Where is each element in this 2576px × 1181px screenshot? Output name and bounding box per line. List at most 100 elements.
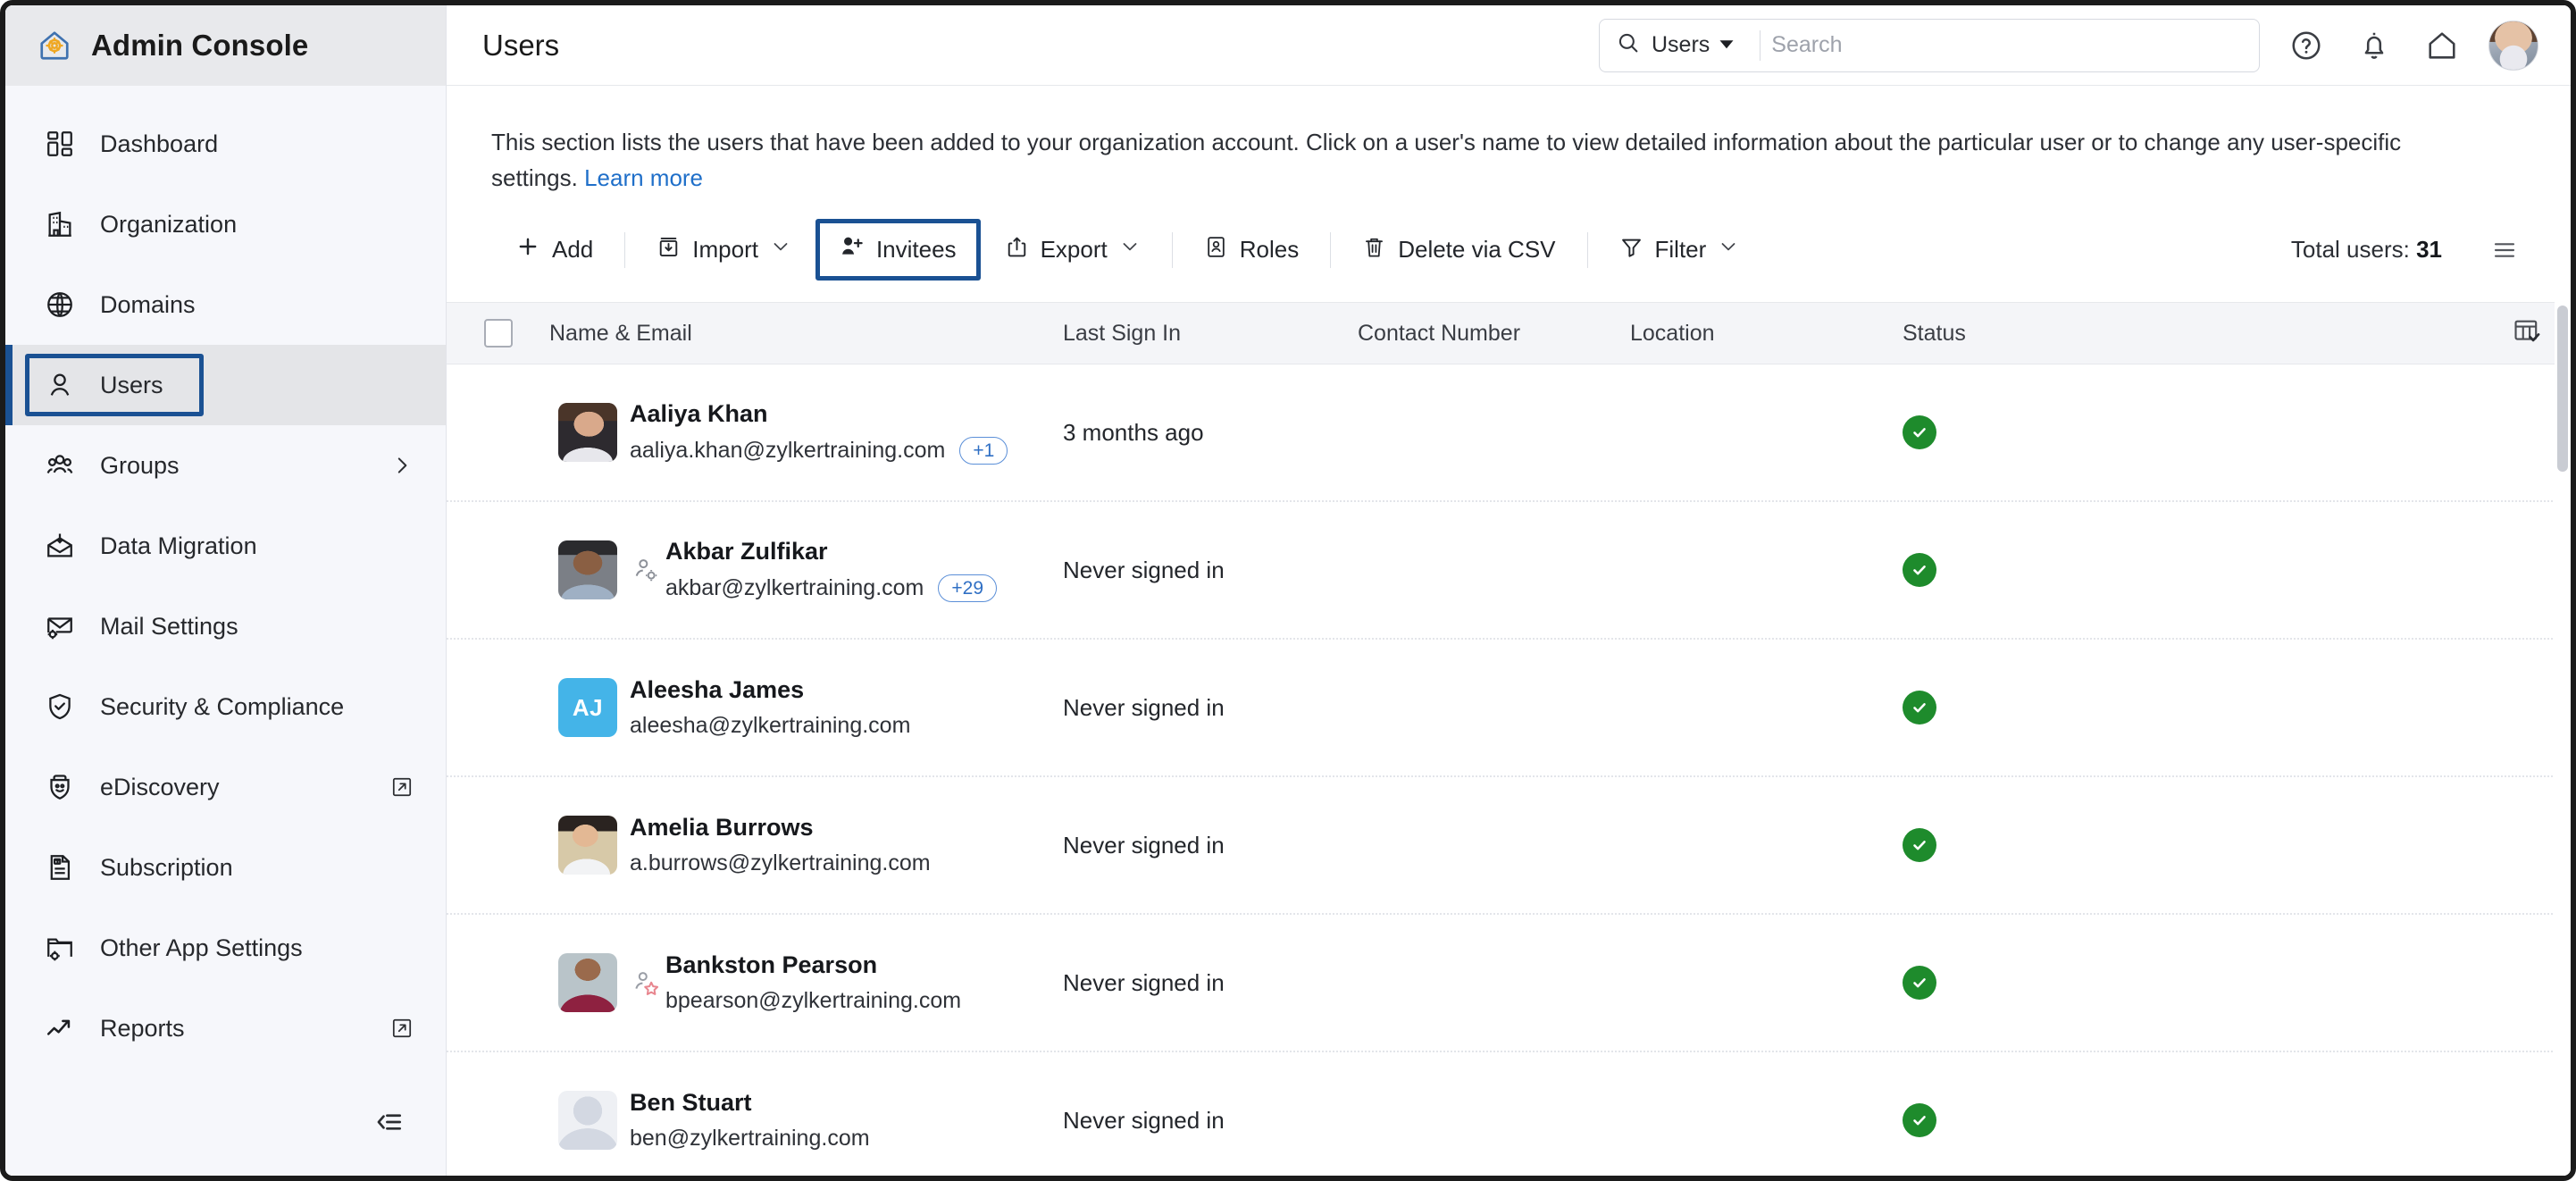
user-cell[interactable]: Akbar Zulfikar akbar@zylkertraining.com … bbox=[549, 538, 1063, 603]
admin-gear-icon bbox=[628, 556, 664, 584]
sidebar-item-reports[interactable]: Reports bbox=[5, 988, 446, 1068]
sidebar-item-subscription[interactable]: Subscription bbox=[5, 827, 446, 908]
extra-emails-badge[interactable]: +1 bbox=[959, 437, 1008, 465]
table-row[interactable]: Bankston Pearson bpearson@zylkertraining… bbox=[447, 915, 2571, 1053]
browser-window: Admin Console Dashboard Organization Dom… bbox=[0, 0, 2576, 1181]
column-header-last-sign-in[interactable]: Last Sign In bbox=[1063, 321, 1358, 347]
external-link-icon bbox=[390, 775, 414, 799]
sidebar-item-other-app-settings[interactable]: Other App Settings bbox=[5, 908, 446, 988]
column-header-status[interactable]: Status bbox=[1903, 321, 2197, 347]
sidebar-item-label: Organization bbox=[100, 210, 238, 238]
status-cell bbox=[1903, 691, 2197, 725]
sidebar-item-ediscovery[interactable]: eDiscovery bbox=[5, 747, 446, 827]
sidebar-item-security-compliance[interactable]: Security & Compliance bbox=[5, 666, 446, 747]
sidebar: Admin Console Dashboard Organization Dom… bbox=[5, 5, 447, 1176]
toolbar-divider bbox=[1586, 231, 1588, 268]
collapse-sidebar-button[interactable] bbox=[369, 1104, 408, 1143]
building-icon bbox=[43, 207, 77, 241]
status-badge bbox=[1903, 1103, 1936, 1138]
sidebar-nav: Dashboard Organization Domains Users Gro… bbox=[5, 86, 446, 1176]
sidebar-item-organization[interactable]: Organization bbox=[5, 184, 446, 264]
user-name[interactable]: Akbar Zulfikar bbox=[665, 538, 997, 565]
global-search[interactable]: Users bbox=[1599, 18, 2260, 72]
sidebar-item-data-migration[interactable]: Data Migration bbox=[5, 506, 446, 586]
main-content: Users Users Search This section lists th… bbox=[447, 5, 2571, 1176]
roles-button[interactable]: Roles bbox=[1180, 220, 1323, 281]
top-bar: Users Users bbox=[447, 5, 2571, 86]
chevron-down-icon bbox=[1718, 236, 1739, 264]
column-header-name-email[interactable]: Name & Email bbox=[549, 321, 1063, 347]
help-circle-icon[interactable] bbox=[2285, 24, 2328, 67]
column-header-contact-number[interactable]: Contact Number bbox=[1358, 321, 1630, 347]
delete-via-csv-button[interactable]: Delete via CSV bbox=[1338, 220, 1579, 281]
invitees-label: Invitees bbox=[875, 236, 957, 264]
export-button[interactable]: Export bbox=[981, 220, 1165, 281]
add-button[interactable]: Add bbox=[491, 219, 617, 281]
user-email-line: aaliya.khan@zylkertraining.com +1 bbox=[630, 437, 1008, 465]
user-cell[interactable]: Aaliya Khan aaliya.khan@zylkertraining.c… bbox=[549, 400, 1063, 465]
total-users-count: Total users: 31 bbox=[2291, 236, 2442, 264]
user-email: aaliya.khan@zylkertraining.com bbox=[630, 438, 946, 464]
sidebar-item-domains[interactable]: Domains bbox=[5, 264, 446, 345]
super-admin-star-icon bbox=[628, 968, 664, 997]
status-badge bbox=[1903, 415, 1936, 450]
sidebar-item-groups[interactable]: Groups bbox=[5, 425, 446, 506]
sidebar-item-label: Groups bbox=[100, 451, 180, 479]
user-name[interactable]: Bankston Pearson bbox=[665, 951, 961, 979]
filter-button[interactable]: Filter bbox=[1595, 220, 1764, 281]
search-scope-dropdown[interactable]: Users bbox=[1652, 32, 1749, 58]
user-name[interactable]: Aleesha James bbox=[630, 676, 910, 704]
search-divider bbox=[1760, 29, 1761, 61]
sidebar-item-mail-settings[interactable]: Mail Settings bbox=[5, 586, 446, 666]
status-badge bbox=[1903, 553, 1936, 588]
trash-icon bbox=[1362, 235, 1386, 265]
user-cell[interactable]: AJ Aleesha James aleesha@zylkertraining.… bbox=[549, 676, 1063, 739]
user-cell[interactable]: Amelia Burrows a.burrows@zylkertraining.… bbox=[549, 814, 1063, 876]
sidebar-item-dashboard[interactable]: Dashboard bbox=[5, 104, 446, 184]
avatar[interactable] bbox=[2488, 20, 2538, 71]
user-name[interactable]: Aaliya Khan bbox=[630, 400, 1008, 428]
user-cell[interactable]: Ben Stuart ben@zylkertraining.com bbox=[549, 1089, 1063, 1152]
table-row[interactable]: Amelia Burrows a.burrows@zylkertraining.… bbox=[447, 777, 2571, 916]
select-all-checkbox[interactable] bbox=[483, 319, 513, 348]
search-icon bbox=[1616, 30, 1641, 60]
bell-icon[interactable] bbox=[2353, 24, 2396, 67]
table-row[interactable]: Aaliya Khan aaliya.khan@zylkertraining.c… bbox=[447, 364, 2571, 503]
user-email: akbar@zylkertraining.com bbox=[665, 575, 924, 601]
user-email-line: ben@zylkertraining.com bbox=[630, 1126, 870, 1152]
toolbar-right: Total users: 31 bbox=[2291, 229, 2526, 272]
list-lines-icon[interactable] bbox=[2483, 229, 2526, 272]
brand-header[interactable]: Admin Console bbox=[5, 5, 446, 86]
vertical-scrollbar[interactable] bbox=[2555, 302, 2571, 1176]
total-users-value: 31 bbox=[2416, 236, 2442, 264]
extra-emails-badge[interactable]: +29 bbox=[938, 574, 997, 603]
user-name[interactable]: Ben Stuart bbox=[630, 1089, 870, 1117]
table-row[interactable]: Ben Stuart ben@zylkertraining.com Never … bbox=[447, 1052, 2571, 1176]
import-button[interactable]: Import bbox=[632, 220, 815, 281]
section-description-text: This section lists the users that have b… bbox=[491, 129, 2402, 191]
house-gear-icon bbox=[38, 29, 71, 63]
user-name[interactable]: Amelia Burrows bbox=[630, 814, 931, 842]
invitees-button[interactable]: Invitees bbox=[815, 219, 981, 281]
column-settings-icon[interactable] bbox=[2512, 316, 2542, 351]
table-row[interactable]: AJ Aleesha James aleesha@zylkertraining.… bbox=[447, 640, 2571, 778]
total-users-label: Total users: bbox=[2290, 236, 2410, 264]
status-cell bbox=[1903, 1103, 2197, 1138]
user-email-line: akbar@zylkertraining.com +29 bbox=[665, 574, 997, 603]
scrollbar-thumb[interactable] bbox=[2557, 306, 2568, 473]
table-row[interactable]: Akbar Zulfikar akbar@zylkertraining.com … bbox=[447, 502, 2571, 641]
sidebar-item-users[interactable]: Users bbox=[5, 345, 446, 425]
sidebar-item-label: Dashboard bbox=[100, 130, 219, 157]
user-name-block: Aleesha James aleesha@zylkertraining.com bbox=[630, 676, 910, 739]
user-name-block: Aaliya Khan aaliya.khan@zylkertraining.c… bbox=[630, 400, 1008, 465]
delete-via-csv-label: Delete via CSV bbox=[1398, 236, 1556, 264]
column-settings-cell bbox=[2197, 316, 2571, 351]
learn-more-link[interactable]: Learn more bbox=[584, 164, 703, 191]
import-download-icon bbox=[657, 235, 681, 265]
home-icon[interactable] bbox=[2421, 24, 2463, 67]
external-link-icon bbox=[390, 1017, 414, 1040]
select-all-cell bbox=[447, 319, 549, 348]
search-input[interactable] bbox=[1771, 32, 2243, 58]
user-cell[interactable]: Bankston Pearson bpearson@zylkertraining… bbox=[549, 951, 1063, 1014]
column-header-location[interactable]: Location bbox=[1630, 321, 1903, 347]
